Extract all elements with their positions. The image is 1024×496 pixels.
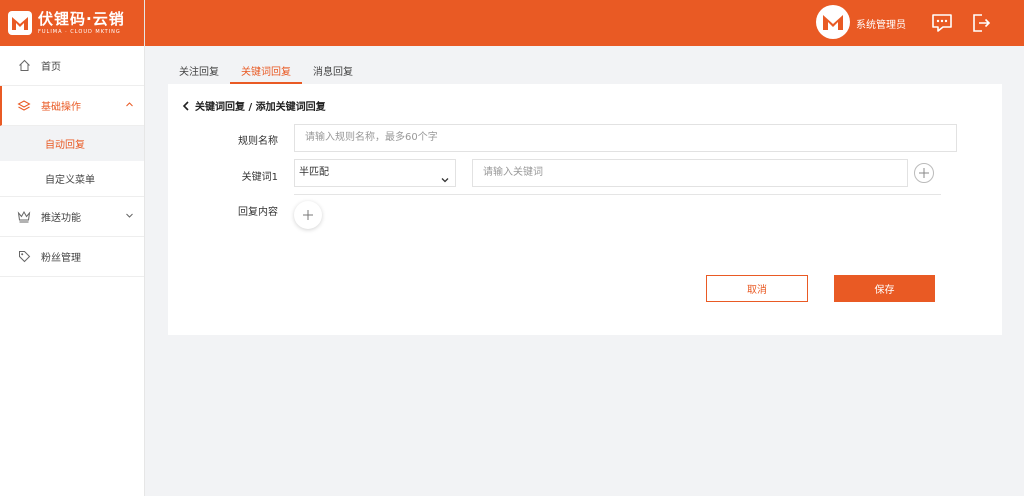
tab-message-reply[interactable]: 消息回复 [302, 62, 364, 84]
chevron-down-icon [125, 211, 134, 223]
back-chevron-icon[interactable] [182, 100, 190, 111]
logout-icon[interactable] [969, 11, 993, 35]
tab-keyword-reply[interactable]: 关键词回复 [230, 62, 302, 84]
tag-icon [17, 250, 31, 264]
breadcrumb: 关键词回复 / 添加关键词回复 [182, 98, 326, 113]
cancel-button[interactable]: 取消 [706, 275, 808, 302]
avatar[interactable] [816, 5, 850, 39]
tab-follow-reply[interactable]: 关注回复 [168, 62, 230, 84]
breadcrumb-text: 关键词回复 / 添加关键词回复 [195, 102, 326, 113]
sidebar-item-home[interactable]: 首页 [0, 46, 144, 86]
user-name[interactable]: 系统管理员 [856, 16, 906, 31]
sidebar-item-label: 推送功能 [41, 213, 81, 224]
sidebar-subitem-custom-menu[interactable]: 自定义菜单 [0, 161, 144, 196]
sidebar-item-fans[interactable]: 粉丝管理 [0, 237, 144, 277]
sidebar-item-push[interactable]: 推送功能 [0, 197, 144, 237]
brand-logo-icon [8, 11, 32, 35]
form-card: 关键词回复 / 添加关键词回复 规则名称 请输入规则名称，最多60个字 关键词1… [168, 84, 1002, 335]
rule-name-label: 规则名称 [238, 136, 278, 147]
add-reply-content-button[interactable] [294, 201, 322, 229]
divider [294, 194, 941, 195]
match-mode-select[interactable]: 半匹配 [294, 159, 456, 187]
chevron-down-icon [441, 169, 449, 195]
sidebar-item-label: 首页 [41, 62, 61, 73]
keyword-label: 关键词1 [241, 172, 278, 183]
save-button[interactable]: 保存 [834, 275, 935, 302]
logo[interactable]: 伏锂码·云销 FULIMA · CLOUD MKTING [0, 0, 144, 46]
layers-icon [17, 99, 31, 113]
brand-name: 伏锂码·云销 [38, 9, 125, 28]
message-icon[interactable] [930, 11, 954, 35]
crown-icon [17, 210, 31, 224]
sidebar: 伏锂码·云销 FULIMA · CLOUD MKTING 首页 基础操作 自动回… [0, 0, 145, 496]
sidebar-subitem-auto-reply[interactable]: 自动回复 [0, 126, 144, 161]
sidebar-item-label: 粉丝管理 [41, 253, 81, 264]
brand-subtitle: FULIMA · CLOUD MKTING [38, 28, 121, 35]
reply-tabs: 关注回复 关键词回复 消息回复 [168, 62, 364, 84]
chevron-up-icon [125, 100, 134, 112]
rule-name-input[interactable]: 请输入规则名称，最多60个字 [294, 124, 957, 152]
keyword-input[interactable]: 请输入关键词 [472, 159, 908, 187]
reply-content-label: 回复内容 [238, 207, 278, 218]
add-keyword-button[interactable] [914, 163, 934, 183]
match-mode-value: 半匹配 [299, 167, 329, 178]
sidebar-item-label: 基础操作 [41, 102, 81, 113]
home-icon [17, 59, 31, 73]
top-header: 系统管理员 [145, 0, 1024, 46]
sidebar-item-basic-ops[interactable]: 基础操作 [0, 86, 144, 126]
